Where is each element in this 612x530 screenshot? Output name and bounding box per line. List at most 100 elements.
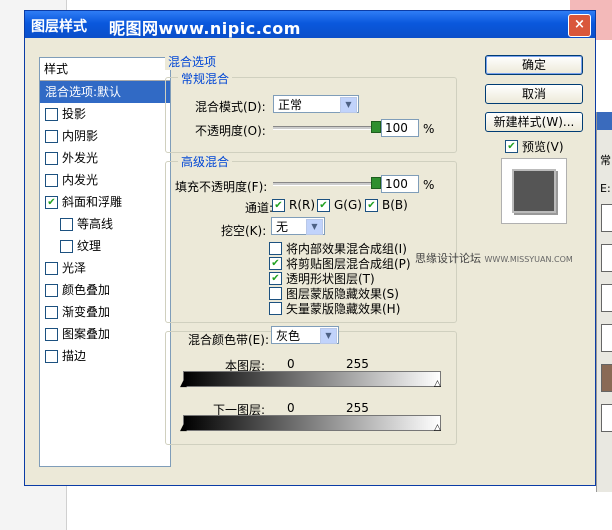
fill-opacity-input[interactable]: 100 bbox=[381, 175, 419, 193]
style-item[interactable]: 混合选项:默认 bbox=[40, 81, 170, 103]
style-item-checkbox[interactable] bbox=[45, 107, 58, 121]
style-item[interactable]: 颜色叠加 bbox=[40, 279, 170, 301]
preview-checkbox[interactable]: ✔ 预览(V) bbox=[505, 138, 564, 155]
site-watermark-url: WWW.MISSYUAN.COM bbox=[484, 255, 573, 264]
style-item[interactable]: 外发光 bbox=[40, 147, 170, 169]
opacity-input[interactable]: 100 bbox=[381, 119, 419, 137]
layer-style-dialog: 图层样式 昵图网www.nipic.com × 样式 混合选项:默认 投影 内阴影外… bbox=[24, 10, 596, 486]
style-item[interactable]: 等高线 bbox=[40, 213, 170, 235]
layer-thumbnail[interactable] bbox=[601, 284, 612, 312]
opacity-slider-track[interactable] bbox=[273, 126, 375, 130]
close-button[interactable]: × bbox=[568, 14, 591, 37]
style-item-checkbox[interactable] bbox=[45, 327, 58, 341]
style-item-label: 内发光 bbox=[62, 173, 99, 187]
blend-mode-value: 正常 bbox=[278, 98, 303, 112]
site-watermark-text: 思缘设计论坛 bbox=[415, 252, 481, 265]
fill-opacity-unit: % bbox=[423, 178, 435, 192]
checkbox-box: ✔ bbox=[269, 257, 282, 270]
this-layer-max: 255 bbox=[346, 357, 369, 371]
checkbox-box bbox=[269, 287, 282, 300]
layer-thumbnail[interactable] bbox=[601, 364, 612, 392]
this-layer-gradient bbox=[183, 371, 441, 387]
layer-thumbnail[interactable] bbox=[601, 404, 612, 432]
style-item[interactable]: 内阴影 bbox=[40, 125, 170, 147]
style-item-label: 图案叠加 bbox=[62, 327, 111, 341]
blend-mode-label: 混合模式(D): bbox=[195, 100, 266, 114]
style-item-checkbox[interactable] bbox=[45, 283, 58, 297]
style-item[interactable]: 纹理 bbox=[40, 235, 170, 257]
style-item[interactable]: 投影 bbox=[40, 103, 170, 125]
blend-if-label: 混合颜色带(E): bbox=[188, 333, 269, 347]
style-item-checkbox[interactable] bbox=[45, 349, 58, 363]
style-item[interactable]: ✔ 斜面和浮雕 bbox=[40, 191, 170, 213]
chevron-down-icon: ▼ bbox=[306, 219, 323, 235]
underlying-black-slider[interactable]: ▲ bbox=[180, 424, 187, 433]
style-item-checkbox[interactable] bbox=[45, 151, 58, 165]
style-item-checkbox[interactable]: ✔ bbox=[45, 195, 58, 209]
advanced-option-checkbox[interactable]: 矢量蒙版隐藏效果(H) bbox=[269, 300, 400, 317]
fill-opacity-label: 填充不透明度(F): bbox=[175, 180, 268, 194]
style-item-checkbox[interactable] bbox=[60, 239, 73, 253]
channel-g-label: G(G) bbox=[334, 198, 362, 212]
check-icon: ✔ bbox=[505, 140, 518, 153]
layer-thumbnail[interactable] bbox=[601, 244, 612, 272]
blend-if-value: 灰色 bbox=[276, 329, 301, 343]
style-item[interactable]: 图案叠加 bbox=[40, 323, 170, 345]
site-watermark: 思缘设计论坛 WWW.MISSYUAN.COM bbox=[415, 250, 573, 266]
style-item[interactable]: 描边 bbox=[40, 345, 170, 367]
this-layer-black-slider[interactable]: ▲ bbox=[180, 380, 187, 389]
layer-thumbnail[interactable] bbox=[601, 204, 612, 232]
cancel-button[interactable]: 取消 bbox=[485, 84, 583, 104]
opacity-label: 不透明度(O): bbox=[195, 124, 266, 138]
style-item-label: 混合选项:默认 bbox=[45, 85, 122, 99]
opacity-unit: % bbox=[423, 122, 435, 136]
channel-g-checkbox[interactable]: ✔ G(G) bbox=[317, 198, 362, 212]
checkbox-box bbox=[269, 302, 282, 315]
channel-r-checkbox[interactable]: ✔ R(R) bbox=[272, 198, 315, 212]
preview-label: 预览(V) bbox=[522, 140, 564, 154]
dialog-titlebar[interactable]: 图层样式 昵图网www.nipic.com × bbox=[25, 11, 595, 38]
style-item[interactable]: 渐变叠加 bbox=[40, 301, 170, 323]
opacity-slider-thumb[interactable] bbox=[371, 121, 381, 133]
chevron-down-icon: ▼ bbox=[340, 97, 357, 113]
knockout-label: 挖空(K): bbox=[221, 224, 267, 238]
channel-r-label: R(R) bbox=[289, 198, 316, 212]
style-item-label: 描边 bbox=[62, 349, 87, 363]
style-item-checkbox[interactable] bbox=[45, 129, 58, 143]
style-item[interactable]: 光泽 bbox=[40, 257, 170, 279]
underlying-layer-min: 0 bbox=[287, 401, 295, 415]
style-item-checkbox[interactable] bbox=[45, 305, 58, 319]
check-icon: ✔ bbox=[317, 198, 330, 212]
style-item-checkbox[interactable] bbox=[45, 173, 58, 187]
underlying-white-slider[interactable]: △ bbox=[434, 424, 441, 433]
blend-if-select[interactable]: 灰色 ▼ bbox=[271, 326, 339, 344]
preview-swatch bbox=[512, 169, 556, 213]
style-item-label: 外发光 bbox=[62, 151, 99, 165]
check-icon: ✔ bbox=[272, 198, 285, 212]
layers-panel-tab[interactable] bbox=[597, 112, 612, 130]
style-item-checkbox[interactable] bbox=[45, 261, 58, 275]
this-layer-min: 0 bbox=[287, 357, 295, 371]
side-panel-text-1: 常 bbox=[600, 154, 611, 167]
style-item-label: 光泽 bbox=[62, 261, 87, 275]
dialog-title: 图层样式 bbox=[31, 19, 87, 35]
fill-opacity-slider-track[interactable] bbox=[273, 182, 375, 186]
new-style-button[interactable]: 新建样式(W)... bbox=[485, 112, 583, 132]
close-icon: × bbox=[574, 17, 585, 32]
check-icon: ✔ bbox=[365, 198, 378, 212]
layer-thumbnail[interactable] bbox=[601, 324, 612, 352]
knockout-select[interactable]: 无 ▼ bbox=[271, 217, 325, 235]
blend-mode-select[interactable]: 正常 ▼ bbox=[273, 95, 359, 113]
style-item-label: 等高线 bbox=[77, 217, 114, 231]
style-item-label: 斜面和浮雕 bbox=[62, 195, 123, 209]
styles-list-items: 混合选项:默认投影 内阴影外发光内发光 ✔ 斜面和浮雕等高线纹理光泽颜色叠加 渐变叠加图… bbox=[40, 81, 170, 367]
fill-opacity-slider-thumb[interactable] bbox=[371, 177, 381, 189]
channel-b-checkbox[interactable]: ✔ B(B) bbox=[365, 198, 408, 212]
checkbox-box bbox=[269, 242, 282, 255]
style-preview bbox=[501, 158, 567, 224]
channel-b-label: B(B) bbox=[382, 198, 408, 212]
ok-button[interactable]: 确定 bbox=[485, 55, 583, 75]
style-item-checkbox[interactable] bbox=[60, 217, 73, 231]
this-layer-white-slider[interactable]: △ bbox=[434, 380, 441, 389]
style-item[interactable]: 内发光 bbox=[40, 169, 170, 191]
